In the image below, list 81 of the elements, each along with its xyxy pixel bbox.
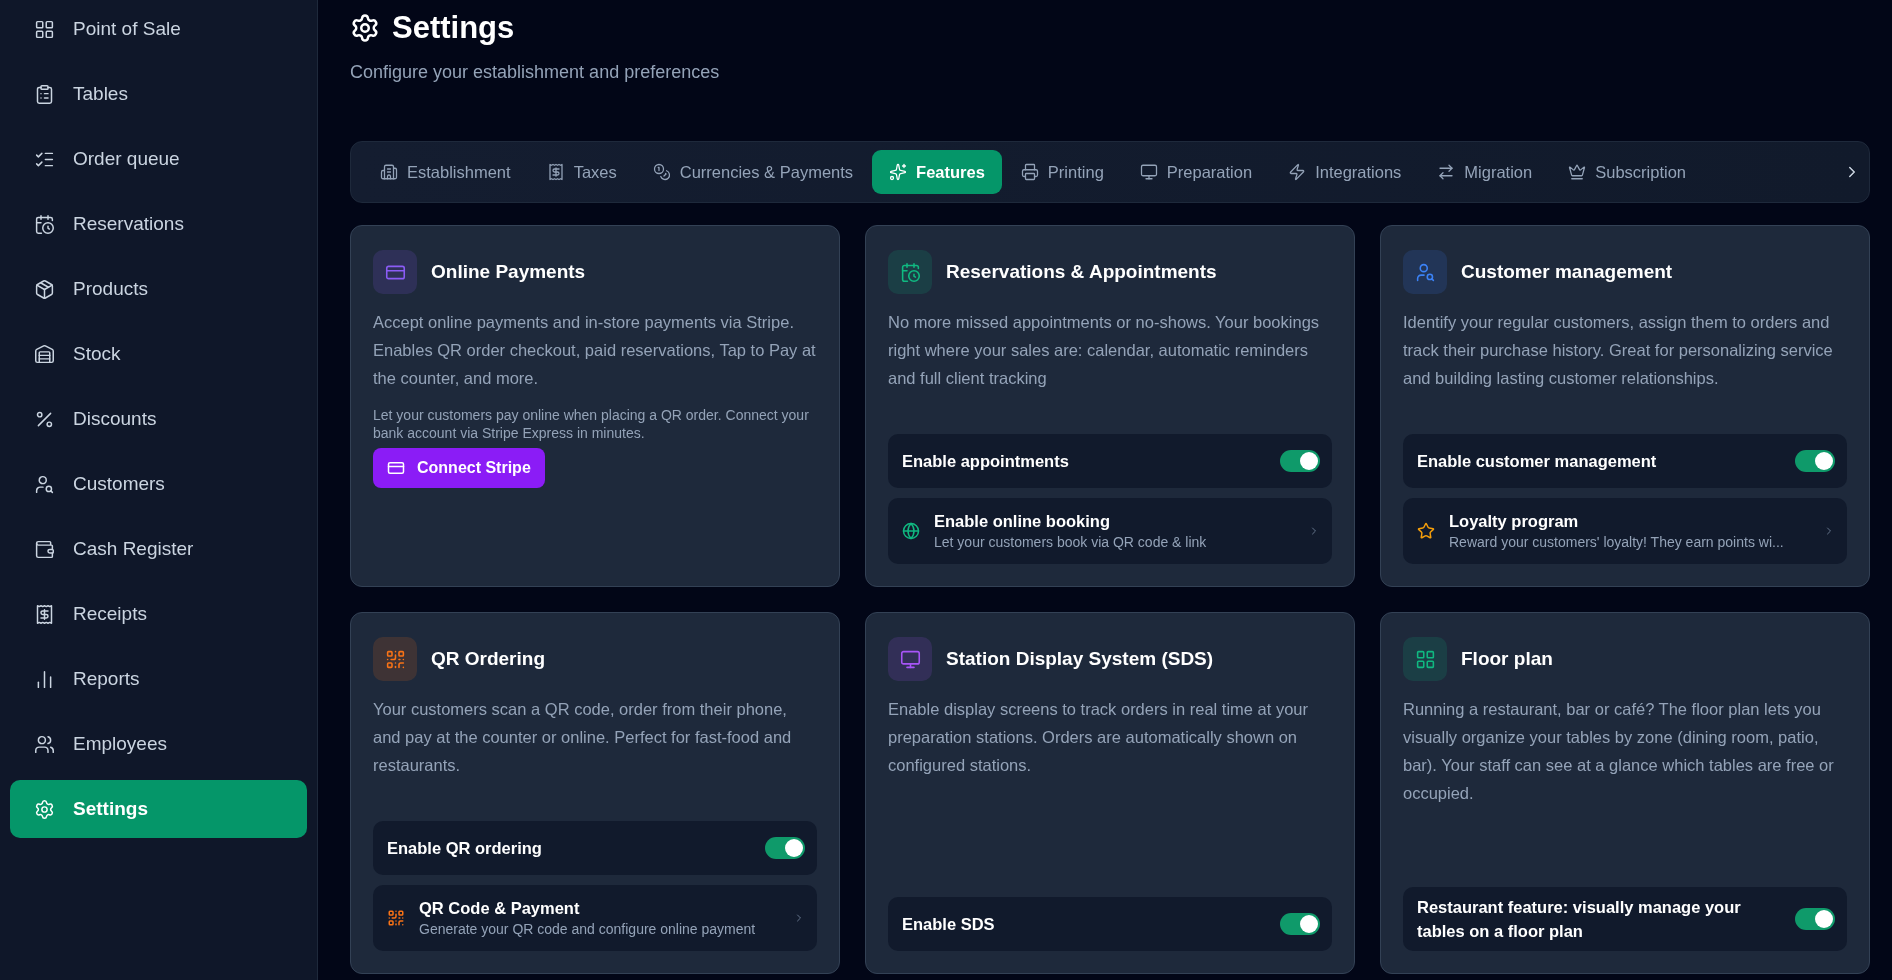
settings-link-row[interactable]: Loyalty program Reward your customers' loyalty! They earn points wi... — [1403, 498, 1847, 564]
card-title: Customer management — [1461, 261, 1673, 283]
coins-icon — [652, 163, 671, 181]
wallet-icon — [34, 538, 55, 560]
sidebar-item[interactable]: Tables — [10, 65, 307, 123]
card-note: Let your customers pay online when placing a QR order. Connect your bank account via Stripe Express in minutes. — [373, 406, 810, 442]
toggle-switch[interactable] — [1795, 450, 1835, 472]
users-icon — [34, 733, 55, 755]
qr-code-icon — [387, 909, 405, 927]
grid-icon — [34, 18, 55, 40]
sidebar-item[interactable]: Cash Register — [10, 520, 307, 578]
page-title: Settings — [392, 10, 515, 46]
toggle-switch[interactable] — [1280, 450, 1320, 472]
settings-icon — [350, 13, 380, 43]
card-description: Running a restaurant, bar or café? The floor plan lets you visually organize your tables by zone (dining room, patio, bar). Your staff can see at a glance which tables are free or occupied. — [1403, 699, 1835, 804]
toggle-label: Enable customer management — [1417, 451, 1657, 472]
link-description: Reward your customers' loyalty! They earn points wi... — [1449, 534, 1785, 550]
card-description: Accept online payments and in-store payments via Stripe. Enables QR order checkout, paid reservations, Tap to Pay at the counter, and more. — [373, 312, 817, 389]
card-description: Your customers scan a QR code, order from their phone, and pay at the counter or online. Perfect for fast-food and restaurants. — [373, 699, 793, 776]
card-title: Floor plan — [1461, 648, 1553, 670]
credit-card-icon — [387, 459, 405, 477]
star-icon — [1417, 522, 1435, 540]
settings-tab[interactable]: Establishment — [363, 150, 528, 194]
card-title: Station Display System (SDS) — [946, 648, 1214, 670]
toggle-switch[interactable] — [1795, 908, 1835, 930]
sidebar-item[interactable]: Discounts — [10, 390, 307, 448]
toggle-switch[interactable] — [1280, 913, 1320, 935]
crown-icon — [1568, 163, 1587, 181]
page-subtitle: Configure your establishment and preferences — [350, 62, 721, 83]
toggle-label: Restaurant feature: visually manage your tables on a floor plan — [1417, 897, 1742, 942]
card-title: Online Payments — [431, 261, 586, 283]
receipt-icon — [546, 163, 565, 181]
sidebar-item[interactable]: Customers — [10, 455, 307, 513]
sidebar-item[interactable]: Point of Sale — [10, 0, 307, 58]
settings-tab[interactable]: Integrations — [1271, 150, 1419, 194]
settings-icon — [34, 798, 55, 820]
settings-tab[interactable]: Features — [872, 150, 1002, 194]
settings-tab[interactable]: Subscription — [1551, 150, 1704, 194]
card-description: No more missed appointments or no-shows. Your bookings right where your sales are: calendar, automatic reminders and full client tracking — [888, 312, 1321, 389]
printer-icon — [1020, 163, 1039, 181]
globe-icon — [902, 522, 920, 540]
sidebar-item[interactable]: Employees — [10, 715, 307, 773]
sidebar-item[interactable]: Reservations — [10, 195, 307, 253]
user-search-icon — [34, 473, 55, 495]
settings-tab[interactable]: Taxes — [529, 150, 634, 194]
receipt-icon — [34, 603, 55, 625]
settings-tab[interactable]: Migration — [1420, 150, 1550, 194]
sidebar-item[interactable]: Settings — [10, 780, 307, 838]
sidebar-item[interactable]: Order queue — [10, 130, 307, 188]
connect-stripe-button[interactable]: Connect Stripe — [373, 448, 545, 488]
settings-tab[interactable]: Printing — [1003, 150, 1121, 194]
card-title: Reservations & Appointments — [946, 261, 1217, 283]
toggle-label: Enable QR ordering — [387, 838, 542, 859]
calendar-clock-icon — [34, 213, 55, 235]
settings-tab[interactable]: Currencies & Payments — [635, 150, 871, 194]
link-description: Generate your QR code and configure online payment — [419, 921, 757, 937]
link-title: QR Code & Payment — [419, 899, 581, 918]
toggle-label: Enable SDS — [902, 914, 995, 935]
sidebar-item[interactable]: Receipts — [10, 585, 307, 643]
lightning-icon — [1288, 163, 1307, 181]
building-icon — [380, 163, 398, 181]
settings-tab[interactable]: Preparation — [1122, 150, 1270, 194]
card-title: QR Ordering — [431, 648, 545, 670]
toggle-label: Enable appointments — [902, 451, 1069, 472]
toggle-switch[interactable] — [765, 837, 805, 859]
sidebar-item[interactable]: Products — [10, 260, 307, 318]
monitor-icon — [1139, 163, 1158, 181]
arrows-icon — [1437, 163, 1456, 181]
link-title: Loyalty program — [1449, 512, 1580, 531]
card-description: Identify your regular customers, assign them to orders and track their purchase history. Great for personalizing service and building lasting customer relationships. — [1403, 312, 1834, 389]
sparkles-icon — [889, 163, 908, 181]
link-title: Enable online booking — [934, 512, 1111, 531]
clipboard-icon — [34, 83, 55, 105]
settings-link-row[interactable]: QR Code & Payment Generate your QR code and configure online payment — [373, 885, 817, 951]
settings-link-row[interactable]: Enable online booking Let your customers book via QR code & link — [888, 498, 1332, 564]
warehouse-icon — [34, 343, 55, 365]
sidebar-item[interactable]: Reports — [10, 650, 307, 708]
link-description: Let your customers book via QR code & link — [934, 534, 1208, 550]
card-description: Enable display screens to track orders in real time at your preparation stations. Orders are automatically shown on configured stations. — [888, 699, 1310, 776]
box-icon — [34, 278, 55, 300]
sidebar-item[interactable]: Stock — [10, 325, 307, 383]
